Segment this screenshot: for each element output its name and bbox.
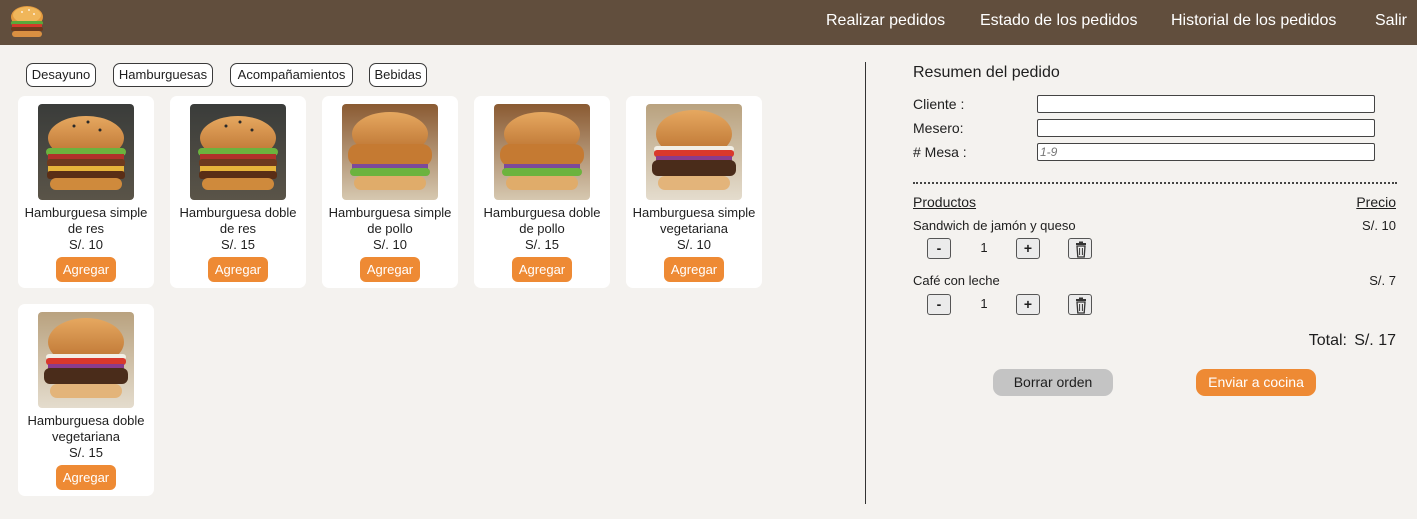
chicken-burger-image xyxy=(494,104,590,200)
beef-burger-image xyxy=(190,104,286,200)
send-to-kitchen-button[interactable]: Enviar a cocina xyxy=(1196,369,1316,396)
add-product-button[interactable]: Agregar xyxy=(512,257,572,282)
product-name: Hamburguesa simple de pollo xyxy=(328,205,452,236)
waiter-label: Mesero: xyxy=(913,120,964,136)
product-card: Hamburguesa simple vegetariana S/. 10 Ag… xyxy=(626,96,762,288)
product-name: Hamburguesa doble de pollo xyxy=(483,205,601,236)
client-input[interactable] xyxy=(1037,95,1375,113)
product-price: S/. 10 xyxy=(677,237,711,252)
decrease-qty-button[interactable]: - xyxy=(927,238,951,259)
nav-realizar-pedidos[interactable]: Realizar pedidos xyxy=(826,0,945,45)
product-card: Hamburguesa simple de pollo S/. 10 Agreg… xyxy=(322,96,458,288)
decrease-qty-button[interactable]: - xyxy=(927,294,951,315)
trash-icon xyxy=(1076,241,1086,258)
nav-estado-pedidos[interactable]: Estado de los pedidos xyxy=(980,0,1137,45)
increase-qty-button[interactable]: + xyxy=(1016,238,1040,259)
product-price: S/. 15 xyxy=(221,237,255,252)
order-item-name: Café con leche xyxy=(913,273,1000,288)
beef-burger-image xyxy=(38,104,134,200)
total-value: S/. 17 xyxy=(1354,332,1396,349)
nav-salir[interactable]: Salir xyxy=(1375,0,1407,45)
product-name: Hamburguesa doble de res xyxy=(179,205,297,236)
nav-historial-pedidos[interactable]: Historial de los pedidos xyxy=(1171,0,1336,45)
products-column-header: Productos xyxy=(913,194,977,210)
top-navbar: Realizar pedidos Estado de los pedidos H… xyxy=(0,0,1417,45)
product-price: S/. 15 xyxy=(69,445,103,460)
total-label: Total: xyxy=(1308,332,1347,349)
category-hamburguesas[interactable]: Hamburguesas xyxy=(113,63,213,87)
add-product-button[interactable]: Agregar xyxy=(360,257,420,282)
add-product-button[interactable]: Agregar xyxy=(56,465,116,490)
add-product-button[interactable]: Agregar xyxy=(208,257,268,282)
item-quantity: 1 xyxy=(980,240,988,255)
product-card: Hamburguesa simple de res S/. 10 Agregar xyxy=(18,96,154,288)
table-number-input[interactable] xyxy=(1037,143,1375,161)
category-desayuno[interactable]: Desayuno xyxy=(26,63,96,87)
table-label: # Mesa : xyxy=(913,144,967,160)
order-item-price: S/. 7 xyxy=(1369,273,1396,288)
product-name: Hamburguesa simple vegetariana xyxy=(632,205,756,236)
order-item-name: Sandwich de jamón y queso xyxy=(913,218,1076,233)
increase-qty-button[interactable]: + xyxy=(1016,294,1040,315)
delete-item-button[interactable] xyxy=(1068,238,1092,259)
product-name: Hamburguesa simple de res xyxy=(24,205,148,236)
dotted-separator xyxy=(913,182,1397,184)
waiter-input[interactable] xyxy=(1037,119,1375,137)
order-summary-title: Resumen del pedido xyxy=(913,64,1060,81)
category-bebidas[interactable]: Bebidas xyxy=(369,63,427,87)
add-product-button[interactable]: Agregar xyxy=(56,257,116,282)
product-price: S/. 10 xyxy=(373,237,407,252)
product-name: Hamburguesa doble vegetariana xyxy=(27,413,145,444)
product-card: Hamburguesa doble de res S/. 15 Agregar xyxy=(170,96,306,288)
client-label: Cliente : xyxy=(913,96,965,112)
price-column-header: Precio xyxy=(1356,194,1396,210)
burger-logo-icon[interactable] xyxy=(8,4,46,40)
add-product-button[interactable]: Agregar xyxy=(664,257,724,282)
item-quantity: 1 xyxy=(980,296,988,311)
product-price: S/. 15 xyxy=(525,237,559,252)
category-acompanamientos[interactable]: Acompañamientos xyxy=(230,63,353,87)
order-item-price: S/. 10 xyxy=(1362,218,1396,233)
panel-divider xyxy=(865,62,866,504)
veggie-burger-image xyxy=(38,312,134,408)
chicken-burger-image xyxy=(342,104,438,200)
clear-order-button[interactable]: Borrar orden xyxy=(993,369,1113,396)
trash-icon xyxy=(1076,297,1086,314)
product-price: S/. 10 xyxy=(69,237,103,252)
product-card: Hamburguesa doble vegetariana S/. 15 Agr… xyxy=(18,304,154,496)
veggie-burger-image xyxy=(646,104,742,200)
product-card: Hamburguesa doble de pollo S/. 15 Agrega… xyxy=(474,96,610,288)
delete-item-button[interactable] xyxy=(1068,294,1092,315)
